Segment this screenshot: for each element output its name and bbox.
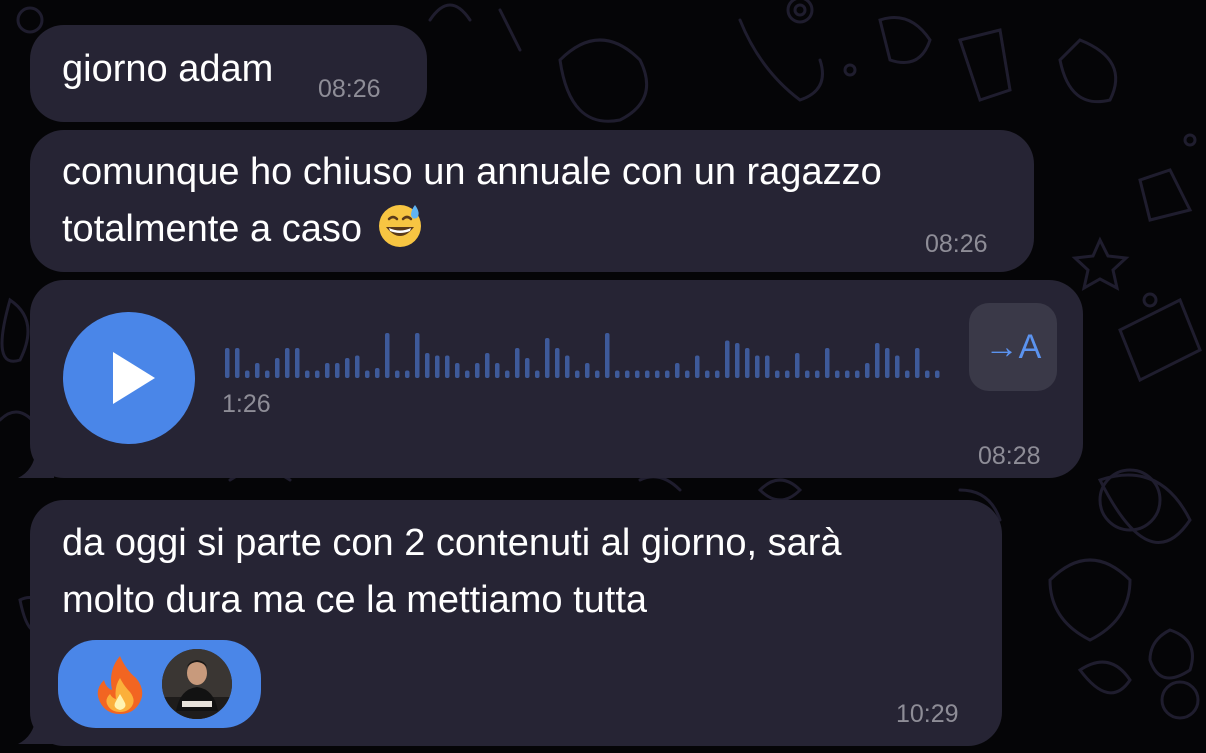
bubble-tail [18, 716, 54, 744]
waveform-bar [425, 353, 430, 378]
waveform-bar [535, 370, 540, 378]
transcribe-label: →A [984, 327, 1042, 366]
voice-waveform[interactable] [225, 325, 945, 380]
waveform-bar [645, 370, 650, 378]
waveform-bar [635, 370, 640, 378]
waveform-bar [585, 363, 590, 378]
message-timestamp: 08:28 [978, 442, 1041, 470]
waveform-bar [835, 370, 840, 378]
message-bubble[interactable]: comunque ho chiuso un annuale con un rag… [30, 130, 1034, 272]
play-icon [113, 352, 155, 404]
waveform-bar [455, 363, 460, 378]
waveform-bar [695, 355, 700, 378]
fire-emoji [97, 656, 143, 714]
waveform-bar [685, 370, 690, 378]
waveform-bar [825, 348, 830, 378]
message-text-line2: molto dura ma ce la mettiamo tutta [62, 579, 648, 621]
waveform-bar [775, 370, 780, 378]
waveform-bar [735, 343, 740, 378]
waveform-bar [505, 370, 510, 378]
waveform-bar [395, 370, 400, 378]
voice-duration: 1:26 [222, 390, 271, 418]
message-timestamp: 08:26 [318, 75, 381, 103]
waveform-bar [565, 355, 570, 378]
bubble-tail [18, 450, 54, 478]
waveform-bar [405, 370, 410, 378]
waveform-bar [915, 348, 920, 378]
waveform-bar [445, 355, 450, 378]
waveform-bar [885, 348, 890, 378]
waveform-bar [865, 363, 870, 378]
waveform-bar [365, 370, 370, 378]
waveform-bar [725, 340, 730, 378]
waveform-bar [525, 358, 530, 378]
grinning-sweat-emoji [378, 205, 421, 247]
waveform-bar [845, 370, 850, 378]
waveform-bar [325, 363, 330, 378]
waveform-bar [245, 370, 250, 378]
message-text-line1: comunque ho chiuso un annuale con un rag… [62, 151, 882, 193]
transcribe-button[interactable]: →A [969, 303, 1057, 391]
waveform-bar [895, 355, 900, 378]
waveform-bar [805, 370, 810, 378]
waveform-bar [795, 353, 800, 378]
waveform-bar [705, 370, 710, 378]
waveform-bar [925, 370, 930, 378]
message-text-line1: da oggi si parte con 2 contenuti al gior… [62, 522, 842, 564]
message-text: giorno adam [62, 48, 274, 90]
waveform-bar [675, 363, 680, 378]
waveform-bar [235, 348, 240, 378]
waveform-bar [285, 348, 290, 378]
waveform-bar [905, 370, 910, 378]
waveform-bar [305, 370, 310, 378]
waveform-bar [755, 355, 760, 378]
avatar[interactable] [162, 649, 232, 719]
waveform-bar [545, 338, 550, 378]
waveform-bar [275, 358, 280, 378]
waveform-bar [495, 363, 500, 378]
waveform-bar [715, 370, 720, 378]
waveform-bar [575, 370, 580, 378]
waveform-bar [875, 343, 880, 378]
waveform-bar [255, 363, 260, 378]
waveform-bar [745, 348, 750, 378]
waveform-bar [375, 368, 380, 378]
waveform-bar [315, 370, 320, 378]
waveform-bar [435, 355, 440, 378]
waveform-bar [595, 370, 600, 378]
play-button[interactable] [63, 312, 195, 444]
waveform-bar [855, 370, 860, 378]
avatar-image [162, 649, 232, 719]
message-text-line2: totalmente a caso [62, 200, 424, 258]
waveform-bar [785, 370, 790, 378]
waveform-bar [815, 370, 820, 378]
waveform-bar [335, 363, 340, 378]
waveform-bar [605, 333, 610, 378]
waveform-bar [655, 370, 660, 378]
waveform-bar [935, 370, 940, 378]
waveform-bar [345, 358, 350, 378]
waveform-bar [295, 348, 300, 378]
message-text-line2-content: totalmente a caso [62, 208, 362, 250]
waveform-bar [265, 370, 270, 378]
waveform-bar [475, 363, 480, 378]
waveform-bar [515, 348, 520, 378]
waveform-bar [615, 370, 620, 378]
waveform-bar [465, 370, 470, 378]
waveform-bar [415, 333, 420, 378]
message-timestamp: 08:26 [925, 230, 988, 258]
waveform-bar [385, 333, 390, 378]
message-timestamp: 10:29 [896, 700, 959, 728]
waveform-bar [665, 370, 670, 378]
message-bubble[interactable]: giorno adam 08:26 [30, 25, 427, 122]
waveform-bar [625, 370, 630, 378]
waveform-bar [225, 348, 230, 378]
waveform-bar [485, 353, 490, 378]
waveform-bar [765, 355, 770, 378]
reaction-pill[interactable] [58, 640, 261, 728]
waveform-bar [555, 348, 560, 378]
waveform-bar [355, 355, 360, 378]
